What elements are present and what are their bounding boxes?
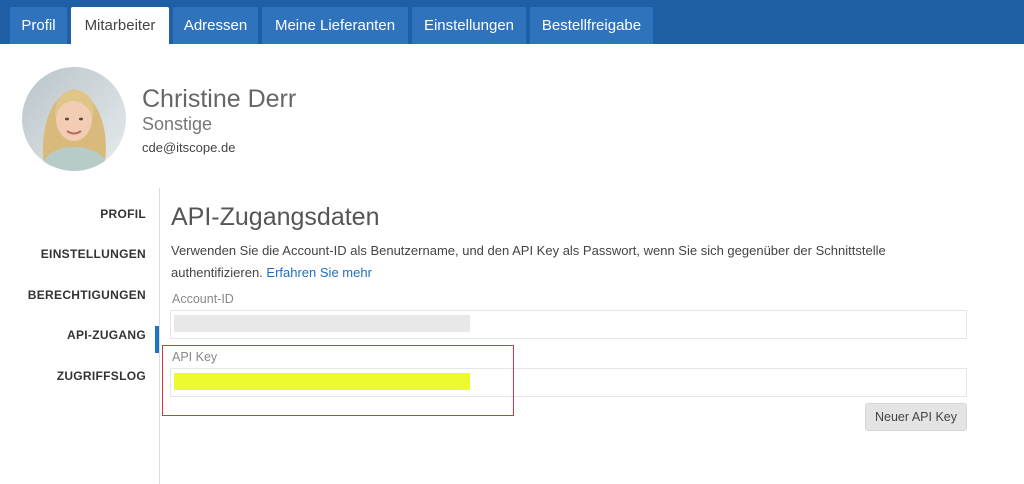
top-nav: Profil Mitarbeiter Adressen Meine Liefer… xyxy=(0,0,1024,44)
user-role: Sonstige xyxy=(142,114,213,134)
account-id-field[interactable] xyxy=(170,310,967,339)
sidenav-divider xyxy=(159,188,160,484)
tab-bestellfreigabe[interactable]: Bestellfreigabe xyxy=(530,7,653,44)
api-key-redaction xyxy=(174,373,470,390)
avatar xyxy=(22,67,126,171)
sidenav-item-einstellungen[interactable]: EINSTELLUNGEN xyxy=(41,247,146,261)
sidenav-active-indicator xyxy=(155,326,159,353)
section-title: API-Zugangsdaten xyxy=(171,203,380,231)
sidenav-item-api-zugang[interactable]: API-ZUGANG xyxy=(67,328,146,342)
account-id-redaction xyxy=(174,315,470,332)
sidenav-item-zugriffslog[interactable]: ZUGRIFFSLOG xyxy=(57,369,146,383)
tab-meine-lieferanten[interactable]: Meine Lieferanten xyxy=(262,7,408,44)
tab-adressen[interactable]: Adressen xyxy=(173,7,258,44)
account-id-label: Account-ID xyxy=(172,292,234,306)
section-description: Verwenden Sie die Account-ID als Benutze… xyxy=(171,240,961,284)
tab-mitarbeiter[interactable]: Mitarbeiter xyxy=(71,7,169,44)
api-key-label: API Key xyxy=(172,350,218,364)
user-email: cde@itscope.de xyxy=(142,140,236,155)
tab-einstellungen[interactable]: Einstellungen xyxy=(412,7,526,44)
sidenav-item-berechtigungen[interactable]: BERECHTIGUNGEN xyxy=(28,288,146,302)
api-key-field[interactable] xyxy=(170,368,967,397)
sidenav-item-profil[interactable]: PROFIL xyxy=(100,207,146,221)
tab-profil[interactable]: Profil xyxy=(10,7,67,44)
user-photo-icon xyxy=(22,67,126,171)
new-api-key-button[interactable]: Neuer API Key xyxy=(865,403,967,431)
user-name: Christine Derr xyxy=(142,85,297,113)
learn-more-link[interactable]: Erfahren Sie mehr xyxy=(266,265,372,280)
